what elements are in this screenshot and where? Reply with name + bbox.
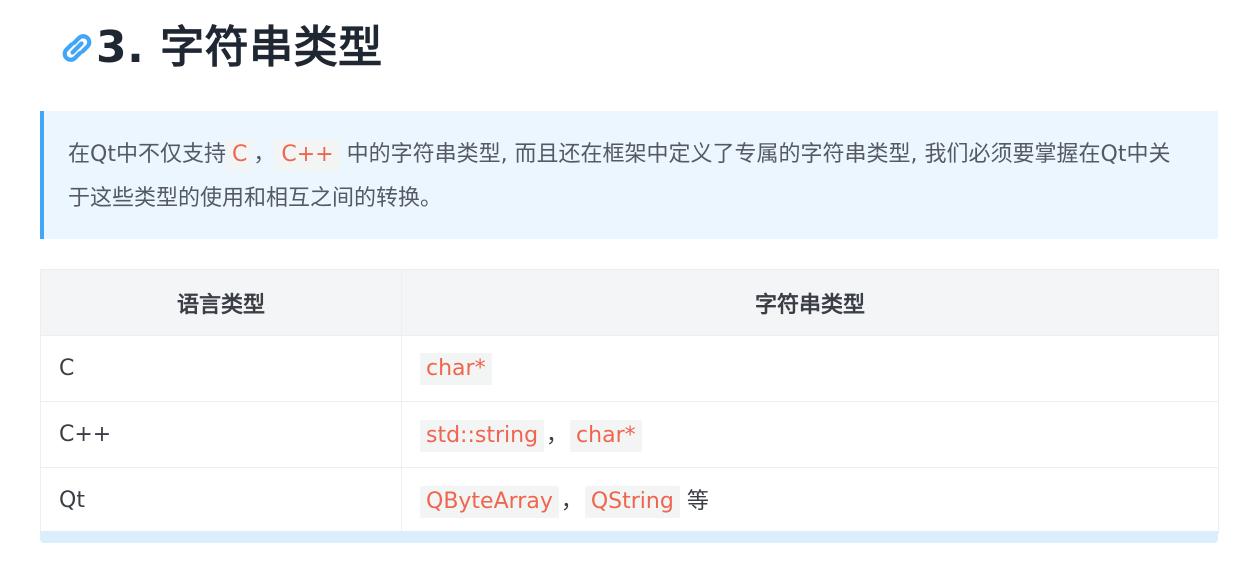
type-separator: ，: [560, 489, 583, 514]
page-title: 3. 字符串类型: [96, 22, 383, 73]
type-code: QString: [584, 486, 680, 518]
string-types-table: 语言类型 字符串类型 C char* C++ std::string， char*…: [40, 269, 1219, 534]
note-text: 在Qt中不仅支持 C， C++ 中的字符串类型, 而且还在框架中定义了专属的字符串类…: [68, 133, 1188, 221]
types-cell: QByteArray， QString 等: [401, 467, 1219, 534]
note-blockquote: 在Qt中不仅支持 C， C++ 中的字符串类型, 而且还在框架中定义了专属的字符串类…: [40, 111, 1218, 239]
type-separator: ，: [546, 423, 569, 448]
link-icon[interactable]: [58, 29, 96, 67]
note-text-start: 在Qt中不仅支持: [68, 142, 226, 167]
table-row: C++ std::string， char*: [40, 401, 1219, 468]
language-cell: C++: [40, 401, 402, 468]
table-row: Qt QByteArray， QString 等: [40, 467, 1219, 534]
types-cell: std::string， char*: [401, 401, 1219, 468]
type-code: char*: [570, 420, 642, 452]
inline-code-c: C: [225, 139, 254, 171]
section-heading: 3. 字符串类型: [58, 14, 383, 82]
types-cell: char*: [401, 335, 1219, 402]
language-cell: Qt: [40, 467, 402, 534]
note-separator: ，: [253, 142, 276, 167]
table-bottom-bar: [40, 531, 1218, 543]
table-header-row: 语言类型 字符串类型: [40, 269, 1219, 336]
language-cell: C: [40, 335, 402, 402]
type-code: char*: [420, 352, 492, 385]
header-language: 语言类型: [40, 269, 402, 336]
table-row: C char*: [40, 335, 1219, 402]
inline-code-cpp: C++: [275, 139, 340, 171]
type-code: std::string: [420, 420, 545, 452]
header-string-type: 字符串类型: [401, 269, 1219, 336]
type-code: QByteArray: [420, 486, 559, 518]
types-suffix: 等: [679, 489, 709, 514]
